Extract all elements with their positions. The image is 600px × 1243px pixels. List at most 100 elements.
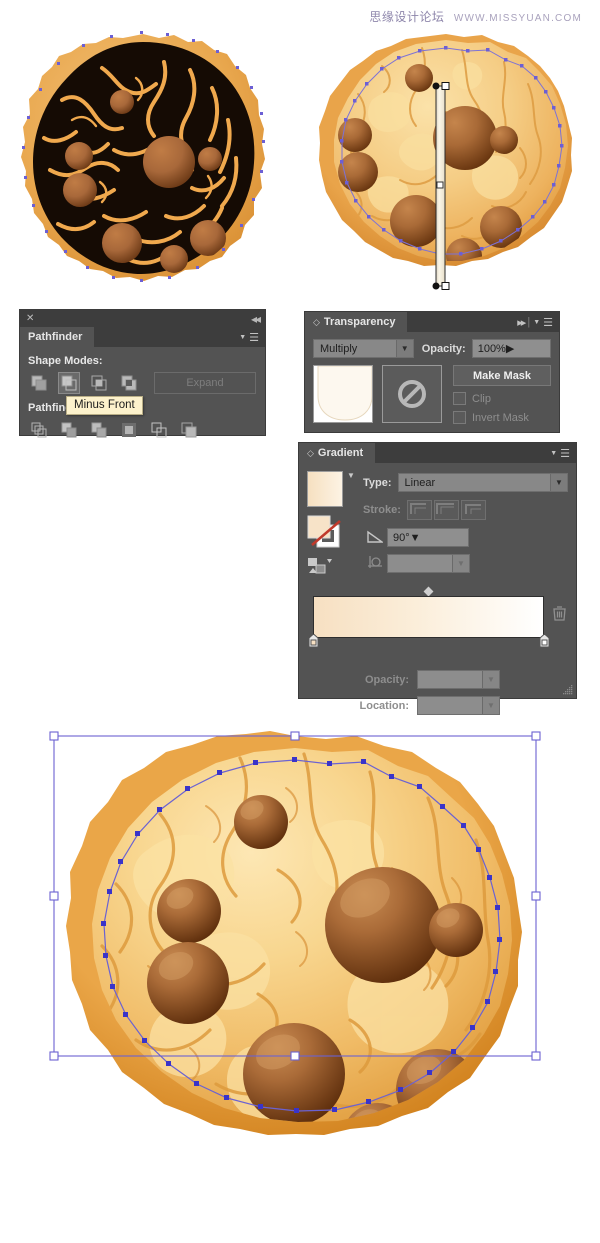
transparency-body: Multiply ▼ Opacity: 100% ▶ Make Mask Cli… [305,332,559,431]
mask-row: Make Mask Clip Invert Mask [313,365,551,424]
cookie-gradient-illustration [312,28,580,296]
artwork-thumbnail[interactable] [313,365,373,423]
shape-mode-intersect-button[interactable] [88,372,110,394]
transparency-tab-label: Transparency [323,316,396,328]
tab-pathfinder[interactable]: Pathfinder [20,327,95,347]
gradient-swatch-dropdown-icon[interactable]: ▼ [347,471,355,480]
gradient-type-value: Linear [404,476,436,489]
gradient-fill-swatch[interactable] [307,471,343,507]
mask-thumbnail[interactable] [382,365,442,423]
transparency-tabrow: ◇ Transparency ▸▸ | ▼ ☰ [305,312,559,332]
gradient-location-label: Location: [359,699,410,712]
gradient-type-select[interactable]: Linear ▼ [397,473,568,492]
invert-mask-checkbox-row[interactable]: Invert Mask [453,411,551,424]
watermark-cn-text: 思缘设计论坛 [369,10,445,24]
gradient-stop-end[interactable] [539,633,550,648]
panel-grip-icon[interactable]: ◇ [307,448,314,459]
blend-mode-value: Multiply [320,342,358,355]
shape-mode-unite-button[interactable] [28,372,50,394]
transparency-panel[interactable]: ◇ Transparency ▸▸ | ▼ ☰ Multiply ▼ Opacit… [305,312,559,432]
panel-menu-icon[interactable]: ▼ ☰ [239,327,265,347]
gradient-midpoint-marker[interactable] [423,586,434,597]
watermark: 思缘设计论坛 WWW.MISSYUAN.COM [0,8,600,25]
stroke-within-button[interactable] [406,500,432,520]
gradient-stop-fields: Opacity: ▼ Location: ▼ [307,670,568,715]
pathfinder-minus-back-button[interactable] [178,419,200,441]
mask-controls: Make Mask Clip Invert Mask [453,365,551,424]
chevron-down-icon[interactable]: ▼ [395,340,413,357]
make-mask-button[interactable]: Make Mask [453,365,551,386]
shape-mode-minus-front-button[interactable] [58,372,80,394]
stroke-label: Stroke: [363,504,401,516]
gradient-angle-row: 90° ▼ [363,528,568,547]
gradient-ramp[interactable] [313,596,544,638]
pathfinder-trim-button[interactable] [58,419,80,441]
gradient-top-row: ▼ Type: Linear ▼ Stroke: 90° ▼ ▼ [307,471,568,578]
resize-grip-icon[interactable] [563,685,573,695]
stroke-across-button[interactable] [460,500,486,520]
opacity-input[interactable]: 100% ▶ [471,339,551,358]
gradient-aspect-select[interactable]: ▼ [387,554,470,573]
watermark-url-text: WWW.MISSYUAN.COM [453,13,582,24]
gradient-angle-value: 90° [393,531,410,544]
chevron-down-icon[interactable]: ▼ [410,532,421,544]
gradient-body: ▼ Type: Linear ▼ Stroke: 90° ▼ ▼ Opacity… [299,463,576,723]
pathfinder-tab-label: Pathfinder [28,331,83,343]
double-chevron-left-icon[interactable]: ◂◂ [251,312,261,326]
type-label: Type: [363,476,392,489]
tabrow-spacer [375,443,550,463]
invert-mask-label: Invert Mask [472,411,529,424]
cookie-final-illustration [40,718,550,1218]
gradient-angle-input[interactable]: 90° ▼ [387,528,469,547]
make-mask-label: Make Mask [472,369,532,382]
stroke-along-button[interactable] [433,500,459,520]
trash-icon[interactable] [553,606,566,625]
pathfinder-outline-button[interactable] [148,419,170,441]
chevron-down-icon[interactable]: ▼ [452,555,469,572]
shape-mode-exclude-button[interactable] [118,372,140,394]
tab-gradient[interactable]: ◇ Gradient [299,443,376,463]
chevron-down-icon[interactable]: ▼ [482,671,499,688]
expand-button[interactable]: Expand [154,372,256,394]
blend-opacity-row: Multiply ▼ Opacity: 100% ▶ [313,339,551,358]
tabrow-spacer [407,312,517,332]
chevron-down-icon[interactable]: ▼ [550,474,567,491]
minus-front-tooltip-label: Minus Front [74,399,135,411]
expand-button-label: Expand [186,377,224,389]
gradient-tabrow: ◇ Gradient ▼ ☰ [299,443,576,463]
opacity-value: 100% [477,342,506,355]
pathfinder-merge-button[interactable] [88,419,110,441]
clip-checkbox-row[interactable]: Clip [453,392,551,405]
invert-mask-checkbox[interactable] [453,411,466,424]
opacity-label: Opacity: [421,342,466,355]
transparency-header-icons[interactable]: ▸▸ | ▼ ☰ [517,312,559,332]
pathfinder-panel[interactable]: ✕ ◂◂ Pathfinder ▼ ☰ Shape Modes: Expand … [20,310,265,438]
minus-front-tooltip: Minus Front [66,396,143,415]
panel-grip-icon[interactable]: ◇ [313,317,320,328]
gradient-location-row: Location: ▼ [349,696,568,715]
gradient-slider[interactable] [308,586,566,648]
panel-menu-icon[interactable]: ▼ ☰ [550,443,576,463]
gradient-aspect-row: ▼ [363,554,568,573]
gradient-panel[interactable]: ◇ Gradient ▼ ☰ ▼ Type: Linear ▼ Stroke: … [299,443,576,715]
tab-transparency[interactable]: ◇ Transparency [305,312,408,332]
gradient-stop-start[interactable] [308,633,319,648]
gradient-location-input[interactable]: ▼ [417,696,500,715]
gradient-stroke-row: Stroke: [363,500,568,520]
blend-mode-select[interactable]: Multiply ▼ [313,339,414,358]
gradient-opacity-input[interactable]: ▼ [417,670,500,689]
opacity-stepper-icon[interactable]: ▶ [506,342,514,355]
chevron-down-icon[interactable]: ▼ [482,697,499,714]
clip-checkbox[interactable] [453,392,466,405]
gradient-opacity-label: Opacity: [364,673,409,686]
gradient-fill-type-icon[interactable] [307,557,363,578]
shape-modes-row: Expand [28,372,257,394]
gradient-type-row: Type: Linear ▼ [363,473,568,492]
cookie-texture-illustration [14,28,272,296]
pathfinder-crop-button[interactable] [118,419,140,441]
pathfinder-divide-button[interactable] [28,419,50,441]
close-icon[interactable]: ✕ [26,313,34,324]
double-chevron-right-icon[interactable]: ▸▸ [517,316,526,329]
pathfinder-titlebar[interactable]: ✕ ◂◂ [20,310,265,327]
fill-stroke-indicator-icon[interactable] [307,515,347,551]
